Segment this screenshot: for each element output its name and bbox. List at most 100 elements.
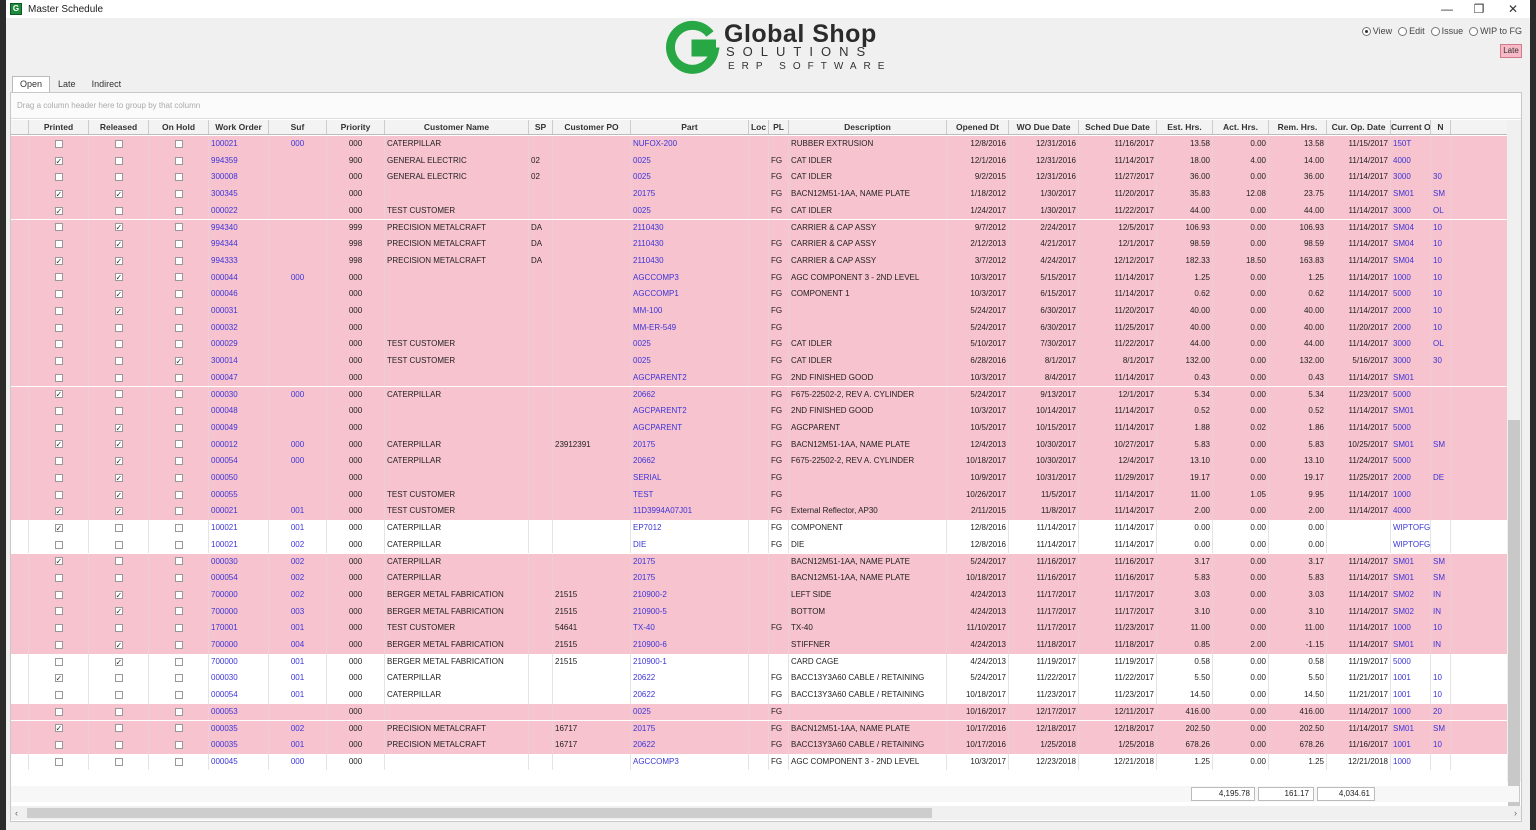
on-hold-checkbox[interactable] <box>174 223 183 232</box>
table-row[interactable]: 700000001000BERGER METAL FABRICATION 2151… <box>11 653 1519 672</box>
printed-checkbox[interactable] <box>54 690 63 699</box>
cell-part[interactable]: 11D3994A07J01 <box>631 503 749 521</box>
table-row[interactable]: 300345 000 20175 FGBACN12M51-1AA, NAME PLAT… <box>11 186 1519 204</box>
cell-part[interactable]: 0025 <box>631 202 749 220</box>
column-header[interactable]: Est. Hrs. <box>1157 120 1213 134</box>
table-row[interactable]: 000012000000CATERPILLAR2391239120175FGBA… <box>11 436 1519 455</box>
cell-suf[interactable]: 004 <box>269 637 327 654</box>
row-selector[interactable] <box>11 520 29 537</box>
cell-n[interactable] <box>1431 653 1451 671</box>
on-hold-checkbox[interactable] <box>174 354 183 370</box>
table-row[interactable]: 000021001000TEST CUSTOMER 11D3994A07J01 FG… <box>11 503 1519 522</box>
on-hold-checkbox[interactable] <box>174 390 183 399</box>
cell-n[interactable]: 10 <box>1431 269 1451 287</box>
printed-checkbox[interactable] <box>54 437 63 453</box>
row-selector[interactable] <box>11 336 29 354</box>
row-selector[interactable] <box>11 353 29 370</box>
cell-part[interactable]: 20175 <box>631 436 749 454</box>
row-selector[interactable] <box>11 470 29 487</box>
cell-op[interactable]: 1001 <box>1391 670 1431 688</box>
table-row[interactable]: 000022 000TEST CUSTOMER 0025 FGCAT IDLER1/2… <box>11 202 1519 221</box>
printed-checkbox[interactable] <box>54 721 63 737</box>
cell-suf[interactable]: 002 <box>269 553 327 571</box>
printed-checkbox[interactable] <box>54 707 63 716</box>
cell-op[interactable]: SM01 <box>1391 553 1431 571</box>
cell-op[interactable]: 5000 <box>1391 386 1431 404</box>
printed-checkbox[interactable] <box>54 154 63 169</box>
on-hold-checkbox[interactable] <box>174 340 183 349</box>
on-hold-checkbox[interactable] <box>174 473 183 482</box>
printed-checkbox[interactable] <box>54 741 63 750</box>
cell-n[interactable]: 30 <box>1431 169 1451 187</box>
cell-op[interactable]: 5000 <box>1391 453 1431 470</box>
cell-wo[interactable]: 000054 <box>209 453 269 470</box>
cell-n[interactable]: 10 <box>1431 319 1451 337</box>
cell-n[interactable] <box>1431 136 1451 153</box>
cell-part[interactable]: 210900-2 <box>631 586 749 604</box>
cell-n[interactable] <box>1431 369 1451 387</box>
cell-suf[interactable] <box>269 202 327 220</box>
on-hold-checkbox[interactable] <box>174 290 183 299</box>
cell-n[interactable]: 10 <box>1431 670 1451 688</box>
cell-op[interactable]: 2000 <box>1391 303 1431 320</box>
row-selector[interactable] <box>11 236 29 253</box>
cell-op[interactable]: 5000 <box>1391 653 1431 671</box>
on-hold-checkbox[interactable] <box>174 423 183 432</box>
cell-n[interactable] <box>1431 753 1451 770</box>
on-hold-checkbox[interactable] <box>174 540 183 549</box>
column-header[interactable]: Customer Name <box>385 120 529 134</box>
cell-suf[interactable] <box>269 419 327 437</box>
cell-n[interactable]: OL <box>1431 336 1451 354</box>
cell-n[interactable]: SM <box>1431 553 1451 571</box>
cell-op[interactable]: 2000 <box>1391 470 1431 487</box>
cell-op[interactable]: 3000 <box>1391 202 1431 220</box>
table-row[interactable]: 000030001000CATERPILLAR 20622 FGBACC13Y3A6… <box>11 670 1519 689</box>
cell-wo[interactable]: 000048 <box>209 403 269 420</box>
cell-suf[interactable] <box>269 186 327 203</box>
cell-wo[interactable]: 000029 <box>209 336 269 354</box>
cell-part[interactable]: 0025 <box>631 169 749 187</box>
cell-op[interactable]: SM01 <box>1391 436 1431 454</box>
cell-op[interactable]: 1000 <box>1391 269 1431 287</box>
released-checkbox[interactable] <box>114 206 123 215</box>
cell-wo[interactable]: 000031 <box>209 303 269 320</box>
on-hold-checkbox[interactable] <box>174 574 183 583</box>
printed-checkbox[interactable] <box>54 473 63 482</box>
cell-suf[interactable] <box>269 470 327 487</box>
row-selector[interactable] <box>11 653 29 671</box>
row-selector[interactable] <box>11 169 29 187</box>
cell-n[interactable]: SM <box>1431 186 1451 203</box>
cell-part[interactable]: 210900-6 <box>631 637 749 654</box>
on-hold-checkbox[interactable] <box>174 523 183 532</box>
released-checkbox[interactable] <box>114 237 123 253</box>
cell-wo[interactable]: 000032 <box>209 319 269 337</box>
on-hold-checkbox[interactable] <box>174 690 183 699</box>
printed-checkbox[interactable] <box>54 407 63 416</box>
cell-op[interactable]: SM01 <box>1391 186 1431 203</box>
mode-issue-radio[interactable]: Issue <box>1430 26 1463 36</box>
cell-n[interactable]: 10 <box>1431 286 1451 303</box>
row-selector[interactable] <box>11 436 29 454</box>
on-hold-checkbox[interactable] <box>174 724 183 733</box>
cell-op[interactable]: WIPTOFG <box>1391 520 1431 537</box>
printed-checkbox[interactable] <box>54 540 63 549</box>
printed-checkbox[interactable] <box>54 640 63 649</box>
row-selector[interactable] <box>11 570 29 587</box>
cell-wo[interactable]: 700000 <box>209 603 269 621</box>
released-checkbox[interactable] <box>114 523 123 532</box>
column-header[interactable]: PL <box>769 120 789 134</box>
cell-suf[interactable] <box>269 319 327 337</box>
released-checkbox[interactable] <box>114 504 123 520</box>
printed-checkbox[interactable] <box>54 574 63 583</box>
printed-checkbox[interactable] <box>54 173 63 182</box>
column-header[interactable]: On Hold <box>149 120 209 134</box>
on-hold-checkbox[interactable] <box>174 306 183 315</box>
released-checkbox[interactable] <box>114 304 123 320</box>
released-checkbox[interactable] <box>114 270 123 286</box>
cell-wo[interactable]: 300014 <box>209 353 269 370</box>
cell-op[interactable]: SM02 <box>1391 586 1431 604</box>
table-row[interactable]: 000032 000 MM-ER-549 FG 5/24/2017 6/30/2017 11… <box>11 319 1519 338</box>
cell-suf[interactable] <box>269 286 327 303</box>
table-row[interactable]: 300014 000TEST CUSTOMER 0025 FGCAT IDLER6/2… <box>11 353 1519 371</box>
cell-wo[interactable]: 000054 <box>209 687 269 704</box>
